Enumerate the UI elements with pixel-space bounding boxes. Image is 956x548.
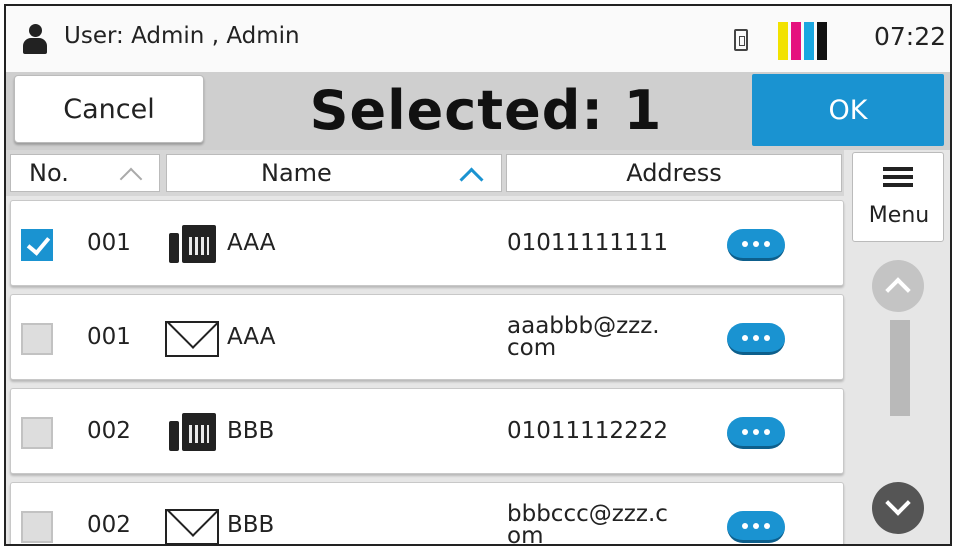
toner-black bbox=[817, 22, 827, 60]
column-header-row: No. Name Address bbox=[6, 150, 844, 196]
sort-ascending-icon bbox=[459, 167, 484, 192]
menu-list-icon bbox=[883, 167, 913, 187]
fax-icon bbox=[169, 413, 217, 453]
row-address: bbbccc@zzz.c om bbox=[507, 501, 668, 546]
row-address: 01011111111 bbox=[507, 230, 668, 256]
row-name: BBB bbox=[227, 512, 275, 538]
row-address: aaabbb@zzz. com bbox=[507, 313, 660, 361]
sort-inactive-icon bbox=[119, 167, 143, 191]
column-header-address: Address bbox=[506, 154, 842, 192]
toner-cyan bbox=[804, 22, 814, 60]
user-label: User: Admin , Admin bbox=[64, 23, 300, 49]
row-name: AAA bbox=[227, 324, 276, 350]
screen-frame: User: Admin , Admin 07:22 Cancel Selecte… bbox=[4, 4, 952, 546]
user-icon bbox=[22, 24, 48, 56]
fax-icon bbox=[169, 225, 217, 265]
clock: 07:22 bbox=[874, 22, 947, 51]
details-button[interactable] bbox=[727, 511, 785, 543]
chevron-down-icon bbox=[885, 490, 911, 516]
column-header-no-label: No. bbox=[29, 159, 69, 187]
menu-button[interactable]: Menu bbox=[852, 152, 944, 242]
email-icon bbox=[165, 509, 219, 544]
details-button[interactable] bbox=[727, 417, 785, 449]
row-number: 001 bbox=[87, 230, 131, 256]
toner-magenta bbox=[791, 22, 801, 60]
scroll-down-button[interactable] bbox=[872, 482, 924, 534]
toner-yellow bbox=[778, 22, 788, 60]
column-header-name-label: Name bbox=[261, 159, 332, 187]
scroll-up-button[interactable] bbox=[872, 260, 924, 312]
header-bar: Cancel Selected: 1 OK bbox=[6, 72, 950, 150]
column-header-address-label: Address bbox=[626, 159, 722, 187]
row-number: 001 bbox=[87, 324, 131, 350]
cancel-button[interactable]: Cancel bbox=[14, 75, 204, 143]
email-icon bbox=[165, 321, 219, 357]
row-checkbox[interactable] bbox=[21, 511, 53, 543]
list-item[interactable]: 001 AAA 01011111111 bbox=[10, 200, 844, 286]
row-name: BBB bbox=[227, 418, 275, 444]
row-address: 01011112222 bbox=[507, 418, 668, 444]
toner-level-indicator bbox=[778, 22, 827, 60]
scrollbar-thumb[interactable] bbox=[890, 320, 910, 416]
status-bar: User: Admin , Admin 07:22 bbox=[6, 6, 950, 72]
list-item[interactable]: 001 AAA aaabbb@zzz. com bbox=[10, 294, 844, 380]
row-checkbox[interactable] bbox=[21, 417, 53, 449]
row-name: AAA bbox=[227, 230, 276, 256]
row-number: 002 bbox=[87, 512, 131, 538]
row-number: 002 bbox=[87, 418, 131, 444]
chevron-up-icon bbox=[885, 277, 911, 303]
row-checkbox[interactable] bbox=[21, 229, 53, 261]
list-item[interactable]: 002 BBB bbbccc@zzz.c om bbox=[10, 482, 844, 546]
menu-label: Menu bbox=[868, 203, 930, 228]
usb-memory-icon bbox=[734, 29, 748, 51]
list-item[interactable]: 002 BBB 01011112222 bbox=[10, 388, 844, 474]
page-title: Selected: 1 bbox=[309, 79, 663, 142]
column-header-name[interactable]: Name bbox=[166, 154, 502, 192]
column-header-no[interactable]: No. bbox=[10, 154, 160, 192]
details-button[interactable] bbox=[727, 229, 785, 261]
ok-button[interactable]: OK bbox=[752, 74, 944, 146]
row-checkbox[interactable] bbox=[21, 323, 53, 355]
details-button[interactable] bbox=[727, 323, 785, 355]
